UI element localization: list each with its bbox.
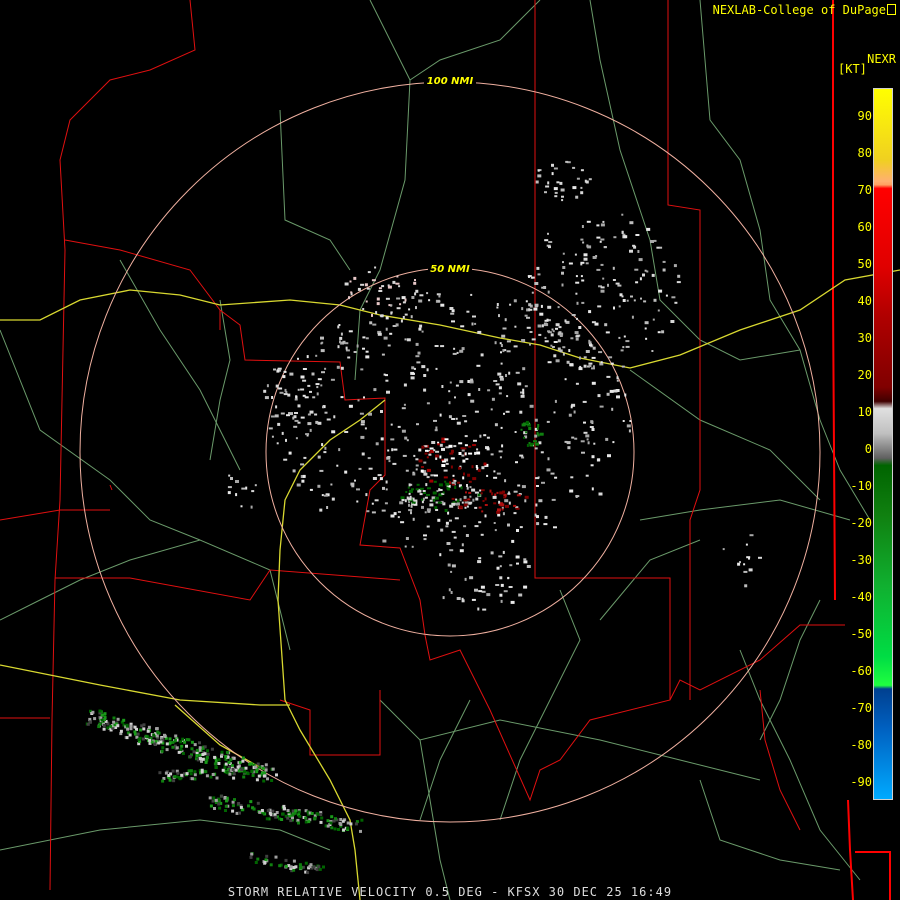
legend-tick: -80 [850,738,872,752]
velocity-color-bar [873,88,893,800]
highways-layer [0,269,900,900]
radar-map: 100 NMI 50 NMI [0,0,900,900]
legend-tick: 70 [857,183,872,197]
range-ring-50 [265,267,635,637]
legend-tick: -20 [850,516,872,530]
legend-unit: [KT] [838,62,867,76]
legend-tick: -40 [850,590,872,604]
legend-tick: 30 [857,331,872,345]
credit-label: NEXLAB-College of DuPage [713,3,896,17]
product-label: NEXR [867,52,896,66]
ring-label-50: 50 NMI [430,264,470,275]
range-ring-100 [79,81,821,823]
legend-tick: -70 [850,701,872,715]
legend-tick: 40 [857,294,872,308]
legend-tick: -60 [850,664,872,678]
legend-tick: -10 [850,479,872,493]
legend-tick: 50 [857,257,872,271]
legend-tick: 60 [857,220,872,234]
range-rings: 100 NMI 50 NMI [79,74,821,823]
legend-tick: -50 [850,627,872,641]
product-footer: STORM RELATIVE VELOCITY 0.5 DEG - KFSX 3… [227,885,673,899]
ring-label-100: 100 NMI [427,76,474,87]
credit-logo-icon [887,4,896,15]
velocity-echoes [85,160,762,875]
legend-tick: 20 [857,368,872,382]
legend-tick: -30 [850,553,872,567]
legend-tick: 10 [857,405,872,419]
legend-tick: 80 [857,146,872,160]
legend-tick: -90 [850,775,872,789]
legend-tick: 0 [864,442,872,456]
legend-tick: 90 [857,109,872,123]
